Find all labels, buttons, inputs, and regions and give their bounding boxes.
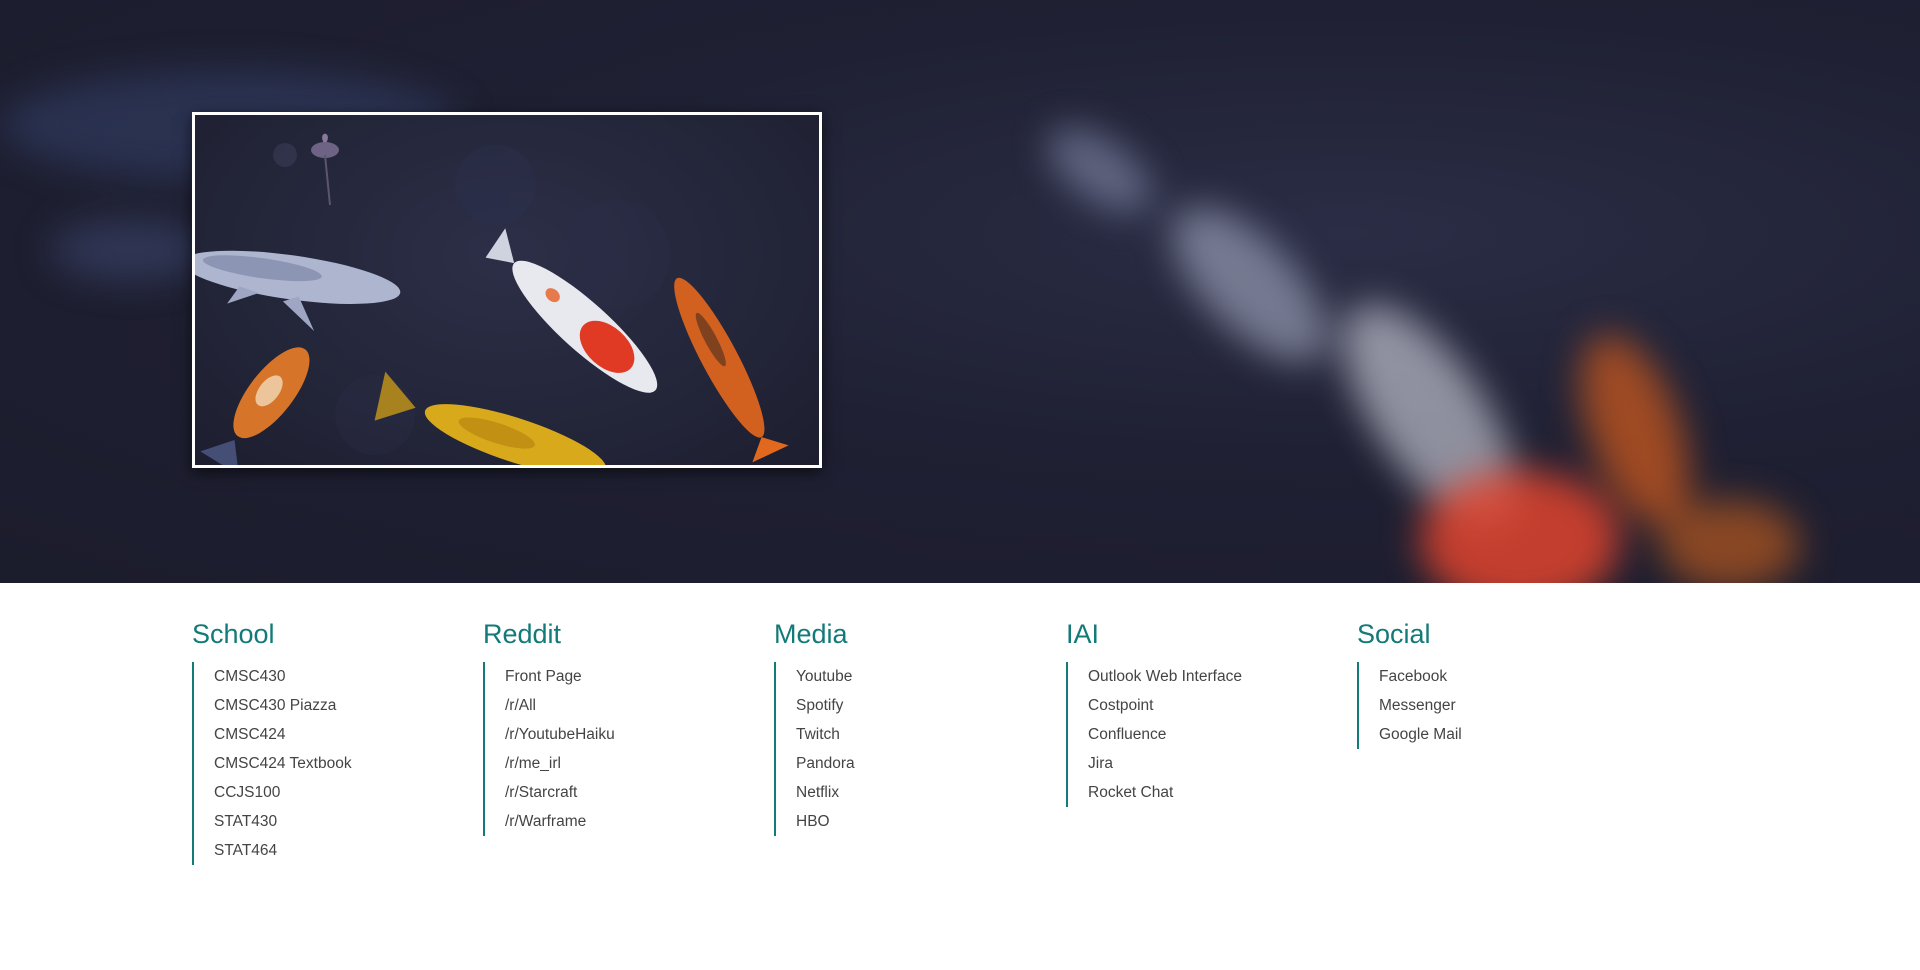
link-rocket-chat[interactable]: Rocket Chat [1088, 778, 1346, 807]
link-hbo[interactable]: HBO [796, 807, 1054, 836]
group-title: Reddit [483, 619, 562, 649]
link-stat430[interactable]: STAT430 [214, 807, 472, 836]
link-stat464[interactable]: STAT464 [214, 836, 472, 865]
link-cmsc424-textbook[interactable]: CMSC424 Textbook [214, 749, 472, 778]
link-cmsc430-piazza[interactable]: CMSC430 Piazza [214, 691, 472, 720]
link-google-mail[interactable]: Google Mail [1379, 720, 1637, 749]
link-front-page[interactable]: Front Page [505, 662, 763, 691]
link-confluence[interactable]: Confluence [1088, 720, 1346, 749]
group-reddit: Reddit Front Page /r/All /r/YoutubeHaiku… [483, 618, 763, 836]
link-r-all[interactable]: /r/All [505, 691, 763, 720]
group-title: School [192, 619, 275, 649]
link-r-warframe[interactable]: /r/Warframe [505, 807, 763, 836]
link-outlook-web-interface[interactable]: Outlook Web Interface [1088, 662, 1346, 691]
koi-illustration [195, 133, 789, 465]
group-title: Social [1357, 619, 1431, 649]
koi-pond-image [192, 112, 822, 468]
group-school: School CMSC430 CMSC430 Piazza CMSC424 CM… [192, 618, 472, 865]
link-netflix[interactable]: Netflix [796, 778, 1054, 807]
group-media: Media Youtube Spotify Twitch Pandora Net… [774, 618, 1054, 836]
group-title: IAI [1066, 619, 1100, 649]
link-spotify[interactable]: Spotify [796, 691, 1054, 720]
link-facebook[interactable]: Facebook [1379, 662, 1637, 691]
link-directory: School CMSC430 CMSC430 Piazza CMSC424 CM… [0, 583, 1920, 970]
group-social: Social Facebook Messenger Google Mail [1357, 618, 1637, 749]
group-title: Media [774, 619, 848, 649]
link-r-youtubehaiku[interactable]: /r/YoutubeHaiku [505, 720, 763, 749]
hero-banner [0, 0, 1920, 583]
link-list: Youtube Spotify Twitch Pandora Netflix H… [774, 662, 1054, 836]
link-list: Front Page /r/All /r/YoutubeHaiku /r/me_… [483, 662, 763, 836]
link-youtube[interactable]: Youtube [796, 662, 1054, 691]
link-jira[interactable]: Jira [1088, 749, 1346, 778]
link-ccjs100[interactable]: CCJS100 [214, 778, 472, 807]
link-messenger[interactable]: Messenger [1379, 691, 1637, 720]
link-cmsc430[interactable]: CMSC430 [214, 662, 472, 691]
link-list: Outlook Web Interface Costpoint Confluen… [1066, 662, 1346, 807]
link-twitch[interactable]: Twitch [796, 720, 1054, 749]
link-list: Facebook Messenger Google Mail [1357, 662, 1637, 749]
link-cmsc424[interactable]: CMSC424 [214, 720, 472, 749]
link-list: CMSC430 CMSC430 Piazza CMSC424 CMSC424 T… [192, 662, 472, 865]
link-pandora[interactable]: Pandora [796, 749, 1054, 778]
link-r-me-irl[interactable]: /r/me_irl [505, 749, 763, 778]
link-costpoint[interactable]: Costpoint [1088, 691, 1346, 720]
link-r-starcraft[interactable]: /r/Starcraft [505, 778, 763, 807]
group-iai: IAI Outlook Web Interface Costpoint Conf… [1066, 618, 1346, 807]
